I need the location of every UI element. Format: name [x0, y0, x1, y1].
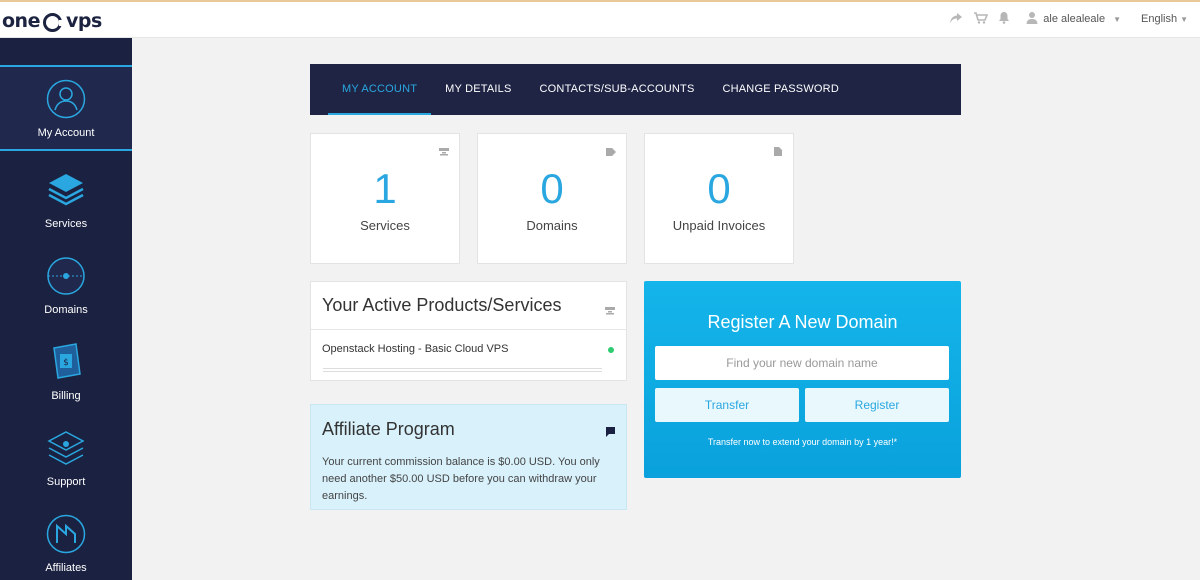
- stat-value: 0: [707, 165, 731, 212]
- sidebar-item-services[interactable]: Services: [0, 154, 132, 240]
- panel-header: Affiliate Program: [311, 405, 626, 440]
- svg-text:$: $: [63, 358, 69, 368]
- active-products-panel: Your Active Products/Services Openstack …: [310, 281, 627, 381]
- sidebar-item-billing[interactable]: $ Billing: [0, 326, 132, 412]
- logo[interactable]: one vps: [0, 2, 132, 40]
- sidebar-item-label: Services: [44, 218, 88, 230]
- sidebar-item-label: Affiliates: [45, 562, 87, 574]
- register-title: Register A New Domain: [707, 312, 898, 332]
- tab-my-account[interactable]: MY ACCOUNT: [328, 64, 432, 115]
- user-icon: [1026, 11, 1038, 27]
- transfer-note: Transfer now to extend your domain by 1 …: [707, 437, 898, 447]
- account-tabs: MY ACCOUNT MY DETAILS CONTACTS/SUB-ACCOU…: [310, 64, 961, 115]
- stat-card-unpaid-invoices[interactable]: 0 Unpaid Invoices: [644, 133, 794, 264]
- top-bar: one vps ale alealeale ▼ English ▼: [0, 0, 1200, 38]
- sidebar-item-support[interactable]: Support: [0, 412, 132, 498]
- user-menu[interactable]: ale alealeale ▼: [1026, 11, 1121, 27]
- document-icon: [773, 143, 783, 156]
- language-label: English: [1141, 13, 1178, 25]
- chevron-down-icon: ▼: [1113, 14, 1121, 24]
- account-icon: [46, 79, 86, 119]
- stat-label: Unpaid Invoices: [672, 218, 766, 233]
- panel-header: Your Active Products/Services: [311, 282, 626, 330]
- support-icon: [46, 428, 86, 468]
- stat-value: 0: [540, 165, 564, 212]
- affiliate-text: Your current commission balance is $0.00…: [322, 456, 600, 502]
- sidebar: My Account Services Domains $ Billing Su…: [0, 38, 132, 580]
- cart-icon[interactable]: [973, 11, 989, 27]
- product-name: Openstack Hosting - Basic Cloud VPS: [322, 343, 509, 355]
- sidebar-item-label: Domains: [44, 304, 88, 316]
- top-right-actions: ale alealeale ▼ English ▼: [949, 11, 1188, 27]
- sidebar-item-label: My Account: [37, 127, 95, 139]
- stat-value: 1: [373, 165, 397, 212]
- stat-label: Services: [360, 218, 410, 233]
- affiliates-icon: [46, 514, 86, 554]
- domains-globe-icon: [46, 256, 86, 296]
- share-icon[interactable]: [949, 12, 963, 27]
- tab-my-details[interactable]: MY DETAILS: [431, 64, 525, 115]
- panel-title: Your Active Products/Services: [322, 295, 562, 315]
- logo-text-one: one: [2, 10, 40, 32]
- stat-card-domains[interactable]: 0 Domains: [477, 133, 627, 264]
- services-stack-icon: [46, 170, 86, 210]
- user-name: ale alealeale: [1043, 13, 1106, 25]
- stat-label: Domains: [526, 218, 578, 233]
- logo-text-vps: vps: [65, 10, 102, 32]
- sidebar-item-affiliates[interactable]: Affiliates: [0, 498, 132, 580]
- sidebar-item-my-account[interactable]: My Account: [0, 65, 132, 151]
- tag-icon: [606, 143, 616, 156]
- register-button[interactable]: Register: [805, 388, 949, 422]
- server-icon: [605, 302, 615, 320]
- product-row[interactable]: Openstack Hosting - Basic Cloud VPS: [311, 330, 626, 368]
- scrollbar[interactable]: [323, 368, 602, 372]
- bell-icon[interactable]: [998, 11, 1010, 27]
- register-domain-panel: Register A New Domain Find your new doma…: [644, 281, 961, 478]
- logo-ring-icon: [42, 12, 63, 32]
- affiliate-program-panel: Affiliate Program Your current commissio…: [310, 404, 627, 510]
- flag-icon: [606, 424, 615, 437]
- domain-search-input[interactable]: Find your new domain name: [655, 346, 949, 380]
- sidebar-item-label: Support: [46, 476, 86, 488]
- sidebar-item-domains[interactable]: Domains: [0, 240, 132, 326]
- tab-contacts-sub-accounts[interactable]: CONTACTS/SUB-ACCOUNTS: [526, 64, 709, 115]
- tab-change-password[interactable]: CHANGE PASSWORD: [708, 64, 852, 115]
- chevron-down-icon: ▼: [1180, 14, 1188, 24]
- stat-card-services[interactable]: 1 Services: [310, 133, 460, 264]
- transfer-button[interactable]: Transfer: [655, 388, 799, 422]
- server-icon: [439, 143, 449, 156]
- language-selector[interactable]: English ▼: [1141, 13, 1188, 25]
- panel-title: Affiliate Program: [322, 419, 455, 439]
- sidebar-item-label: Billing: [51, 390, 81, 402]
- status-active-icon: [608, 347, 614, 353]
- billing-icon: $: [46, 342, 86, 382]
